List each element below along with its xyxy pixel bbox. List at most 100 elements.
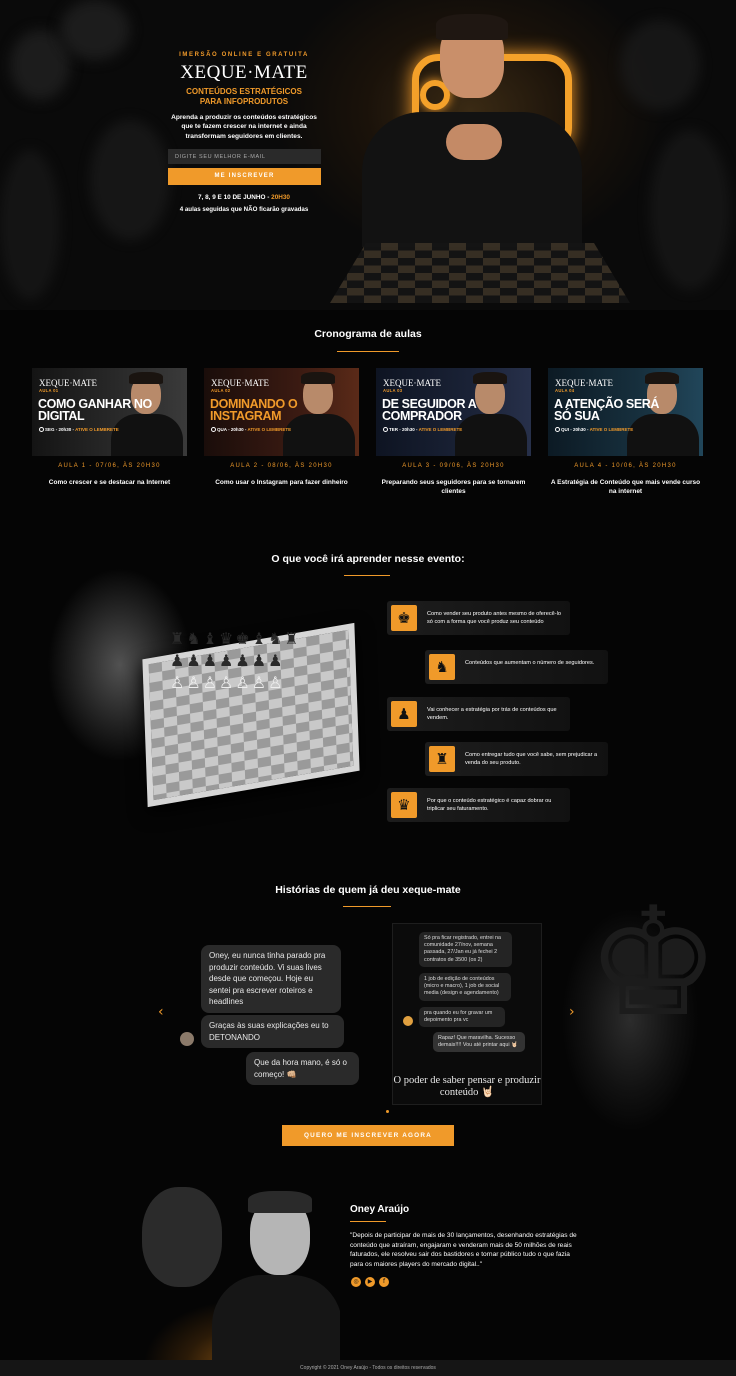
brand-logo: XEQUE·MATE: [180, 62, 308, 83]
lesson-date: AULA 3 - 09/06, ÀS 20H30: [402, 463, 505, 469]
lesson-description: Como usar o Instagram para fazer dinheir…: [215, 479, 348, 486]
stories-divider: [343, 906, 391, 907]
footer-copyright: Copyright © 2021 Oney Araújo - Todos os …: [0, 1360, 736, 1376]
clock-icon: [211, 427, 216, 433]
carousel-dot[interactable]: [386, 1110, 389, 1113]
carousel-next-arrow[interactable]: ›: [569, 1004, 575, 1020]
learn-item: ♞ Conteúdos que aumentam o número de seg…: [425, 650, 608, 684]
lesson-date: AULA 1 - 07/06, ÀS 20H30: [58, 463, 161, 469]
subscribe-button[interactable]: ME INSCREVER: [168, 168, 321, 185]
lesson-date: AULA 4 - 10/06, ÀS 20H30: [574, 463, 677, 469]
reminder-link[interactable]: ATIVE O LEMBRETE: [247, 427, 291, 432]
lesson-card[interactable]: XEQUE·MATE AULA 03 DE SEGUIDOR A COMPRAD…: [376, 368, 531, 456]
learn-divider: [344, 575, 390, 576]
clock-icon: [39, 427, 44, 433]
chat-message: 1 job de edição de conteúdos (micro e ma…: [419, 973, 511, 1001]
learn-item: ♜ Como entregar tudo que você sabe, sem …: [425, 742, 608, 776]
rook-icon: ♜: [429, 746, 455, 772]
lesson-card-number: AULA 02: [211, 388, 231, 393]
learn-item-text: Por que o conteúdo estratégico é capaz d…: [427, 798, 552, 812]
hero-subtitle: CONTEÚDOS ESTRATÉGICOS PARA INFOPRODUTOS: [168, 87, 320, 107]
avatar: [180, 1032, 194, 1046]
lesson-card-title: DE SEGUIDOR A COMPRADOR: [382, 397, 476, 423]
host-name: Oney Araújo: [350, 1204, 410, 1215]
lesson-card-number: AULA 03: [383, 388, 403, 393]
facebook-icon[interactable]: f: [379, 1277, 389, 1287]
host-bio-photo: [120, 1175, 340, 1360]
hero-kicker: IMERSÃO ONLINE E GRATUITA: [179, 52, 309, 58]
lesson-card-schedule: QUI - 20h30 - ATIVE O LEMBRETE: [555, 427, 634, 433]
lesson-card-title: A ATENÇÃO SERÁ SÓ SUA: [554, 397, 660, 423]
learn-item-text: Como vender seu produto antes mesmo de o…: [427, 611, 562, 625]
hero-description: Aprenda a produzir os conteúdos estratég…: [171, 114, 317, 140]
lesson-card[interactable]: XEQUE·MATE AULA 04 A ATENÇÃO SERÁ SÓ SUA…: [548, 368, 703, 456]
host-bio-text: "Depois de participar de mais de 30 lanç…: [350, 1232, 577, 1268]
queen-icon: ♛: [391, 792, 417, 818]
learn-title: O que você irá aprender nesse evento:: [271, 553, 465, 565]
stories-title: Histórias de quem já deu xeque-mate: [275, 884, 461, 896]
lesson-date: AULA 2 - 08/06, ÀS 20H30: [230, 463, 333, 469]
lesson-card-logo: XEQUE·MATE: [39, 378, 97, 388]
subscribe-now-button[interactable]: QUERO ME INSCREVER AGORA: [282, 1125, 454, 1146]
learn-item-text: Como entregar tudo que você sabe, sem pr…: [465, 752, 598, 766]
avatar: [403, 1016, 413, 1026]
knight-icon: ♞: [429, 654, 455, 680]
lesson-card-time: TER - 20h30 -: [389, 427, 419, 432]
hero-subtitle-line2: PARA INFOPRODUTOS: [199, 97, 289, 106]
clock-icon: [383, 427, 388, 433]
lesson-card-time: QUA - 20h30 -: [217, 427, 248, 432]
clock-icon: [555, 427, 560, 433]
instagram-icon[interactable]: ◎: [351, 1277, 361, 1287]
testimonial-bubble: Oney, eu nunca tinha parado pra produzir…: [201, 945, 341, 1013]
chess-board-floor: [330, 243, 630, 303]
lesson-description: Preparando seus seguidores para se torna…: [381, 479, 526, 495]
reminder-link[interactable]: ATIVE O LEMBRETE: [590, 427, 634, 432]
lesson-card-title: DOMINANDO O INSTAGRAM: [210, 397, 298, 423]
lesson-description: A Estratégia de Conteúdo que mais vende …: [550, 479, 701, 495]
lesson-card-schedule: SEG - 20h30 - ATIVE O LEMBRETE: [39, 427, 119, 433]
testimonial-bubble: Graças às suas explicações eu to DETONAN…: [201, 1015, 344, 1048]
lesson-card-number: AULA 01: [39, 388, 59, 393]
lesson-card-logo: XEQUE·MATE: [383, 378, 441, 388]
hero-subtitle-line1: CONTEÚDOS ESTRATÉGICOS: [186, 87, 302, 96]
host-photo: [362, 12, 582, 247]
lesson-card-number: AULA 04: [555, 388, 575, 393]
reply-bubble: Que da hora mano, é só o começo! 👊🏼: [246, 1052, 359, 1085]
email-input[interactable]: [168, 149, 321, 164]
event-dates: 7, 8, 9 E 10 DE JUNHO - 20H30: [168, 194, 320, 201]
learn-item: ♟ Vai conhecer a estratégia por trás de …: [387, 697, 570, 731]
lesson-card-logo: XEQUE·MATE: [211, 378, 269, 388]
learn-item: ♛ Por que o conteúdo estratégico é capaz…: [387, 788, 570, 822]
learn-item-text: Vai conhecer a estratégia por trás de co…: [427, 707, 557, 721]
king-icon: ♚: [391, 605, 417, 631]
carousel-prev-arrow[interactable]: ‹: [158, 1004, 164, 1020]
lesson-card-title: COMO GANHAR NO DIGITAL: [38, 397, 152, 423]
king-piece-silhouette: ♚: [586, 876, 721, 1050]
youtube-icon[interactable]: ▶: [365, 1277, 375, 1287]
testimonial-quote: O poder de saber pensar e produzir conte…: [393, 1075, 541, 1098]
lesson-card-schedule: TER - 20h30 - ATIVE O LEMBRETE: [383, 427, 463, 433]
event-days: 7, 8, 9 E 10 DE JUNHO -: [197, 194, 272, 201]
schedule-title: Cronograma de aulas: [314, 328, 422, 340]
reminder-link[interactable]: ATIVE O LEMBRETE: [75, 427, 119, 432]
lesson-card[interactable]: XEQUE·MATE AULA 02 DOMINANDO O INSTAGRAM…: [204, 368, 359, 456]
hero-section: IMERSÃO ONLINE E GRATUITA XEQUE·MATE CON…: [0, 0, 736, 310]
schedule-divider: [337, 351, 399, 352]
reminder-link[interactable]: ATIVE O LEMBRETE: [419, 427, 463, 432]
event-time: 20H30: [271, 194, 290, 201]
learn-item: ♚ Como vender seu produto antes mesmo de…: [387, 601, 570, 635]
chat-message: pra quando eu for gravar um depoimento p…: [419, 1007, 505, 1028]
lesson-description: Como crescer e se destacar na Internet: [48, 479, 171, 486]
bio-divider: [350, 1221, 386, 1222]
lesson-card-time: QUI - 20h30 -: [561, 427, 590, 432]
event-note: 4 aulas seguidas que NÃO ficarão gravada…: [179, 206, 309, 213]
pawn-icon: ♟: [391, 701, 417, 727]
lesson-card-logo: XEQUE·MATE: [555, 378, 613, 388]
learn-item-text: Conteúdos que aumentam o número de segui…: [465, 660, 595, 666]
lesson-card-schedule: QUA - 20h30 - ATIVE O LEMBRETE: [211, 427, 291, 433]
chat-reply: Rapaz! Que maravilha. Sucesso demais!!!!…: [433, 1032, 525, 1053]
chat-message: Só pra ficar registrado, entrei na comun…: [419, 932, 512, 967]
chess-pieces: ♜♞♝♛♚♝♞♜ ♟♟♟♟♟♟♟ ♙♙♙♙♙♙♙: [170, 629, 301, 692]
lesson-card[interactable]: XEQUE·MATE AULA 01 COMO GANHAR NO DIGITA…: [32, 368, 187, 456]
lesson-card-time: SEG - 20h30 -: [45, 427, 76, 432]
